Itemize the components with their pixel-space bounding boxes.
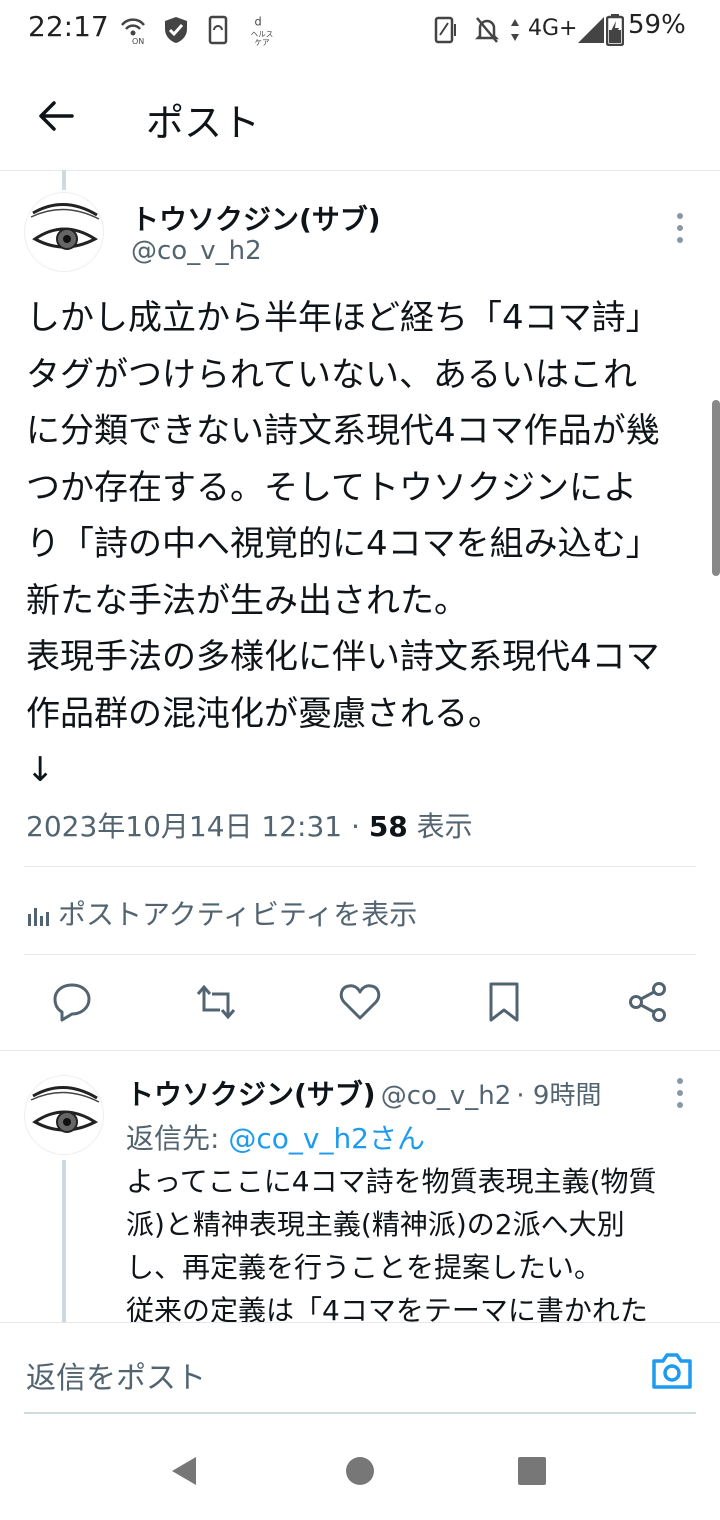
analytics-icon — [28, 908, 49, 926]
more-icon[interactable] — [674, 210, 686, 246]
svg-text:ケア: ケア — [254, 38, 269, 46]
bookmark-icon[interactable] — [482, 980, 526, 1024]
reply-input[interactable]: 返信をポスト — [26, 1353, 206, 1397]
status-bar: 22:17 ON d ヘルス ケア 4G+ 59% — [0, 0, 720, 60]
reply-header: トウソクジン(サブ) @co_v_h2 · 9時間 — [126, 1073, 601, 1113]
svg-text:ON: ON — [132, 37, 144, 46]
tweet-meta: 2023年10月14日 12:31 · 58 表示 — [26, 805, 473, 845]
reply-author-name[interactable]: トウソクジン(サブ) — [126, 1078, 376, 1111]
back-arrow-icon[interactable] — [36, 96, 76, 136]
nfc-icon — [434, 16, 456, 44]
reply-to: 返信先: @co_v_h2さん — [126, 1117, 425, 1157]
mute-icon — [474, 17, 500, 43]
camera-icon[interactable] — [650, 1351, 694, 1391]
nav-home-icon[interactable] — [344, 1454, 376, 1488]
battery-charging-icon — [606, 14, 624, 46]
reply-icon[interactable] — [50, 980, 94, 1024]
views-count: 58 — [368, 810, 408, 843]
reply-author-handle[interactable]: @co_v_h2 — [381, 1081, 512, 1111]
battery-percent: 59% — [628, 10, 686, 40]
reply-to-label: 返信先: — [126, 1122, 229, 1155]
reply-avatar[interactable] — [24, 1075, 104, 1155]
avatar[interactable] — [24, 192, 104, 272]
activity-label: ポストアクティビティを表示 — [58, 898, 418, 931]
signal-icon — [578, 17, 604, 43]
health-care-icon: d ヘルス ケア — [251, 15, 274, 46]
like-icon[interactable] — [338, 980, 382, 1024]
nav-back-icon[interactable] — [168, 1454, 200, 1488]
divider — [24, 866, 696, 867]
divider — [24, 954, 696, 955]
wifi-calling-icon: ON — [121, 18, 145, 46]
device-sync-icon — [208, 15, 228, 45]
header: ポスト — [0, 60, 720, 171]
reply-to-link[interactable]: @co_v_h2さん — [228, 1122, 425, 1155]
nav-recents-icon[interactable] — [516, 1454, 548, 1488]
views-label: 表示 — [407, 810, 473, 843]
thread-line — [62, 1160, 66, 1325]
data-transfer-icon — [511, 19, 519, 41]
divider — [0, 1050, 720, 1051]
system-nav-bar — [0, 1414, 720, 1520]
tweet-date: 2023年10月14日 12:31 · — [26, 810, 369, 843]
post-activity-link[interactable]: ポストアクティビティを表示 — [26, 893, 417, 933]
eye-avatar-icon — [30, 1086, 100, 1133]
network-type: 4G+ — [528, 16, 578, 41]
page-title: ポスト — [146, 101, 261, 145]
status-time: 22:17 — [28, 10, 109, 43]
scrollbar[interactable] — [712, 400, 720, 576]
share-icon[interactable] — [626, 980, 670, 1024]
more-icon[interactable] — [674, 1075, 686, 1111]
reply-compose-bar[interactable]: 返信をポスト — [0, 1322, 720, 1415]
eye-avatar-icon — [30, 203, 100, 250]
shield-check-icon — [165, 17, 187, 43]
repost-icon[interactable] — [194, 980, 238, 1024]
svg-text:d: d — [254, 15, 261, 28]
reply-time: · 9時間 — [516, 1081, 602, 1111]
tweet-text: しかし成立から半年ほど経ち「4コマ詩」 タグがつけられていない、あるいはこれ に… — [26, 298, 660, 790]
thread-line — [62, 170, 66, 190]
author-name[interactable]: トウソクジン(サブ) — [131, 198, 381, 238]
reply-text: よってここに4コマ詩を物質表現主義(物質 派)と精神表現主義(精神派)の2派へ大… — [126, 1165, 657, 1327]
author-handle[interactable]: @co_v_h2 — [131, 236, 262, 266]
